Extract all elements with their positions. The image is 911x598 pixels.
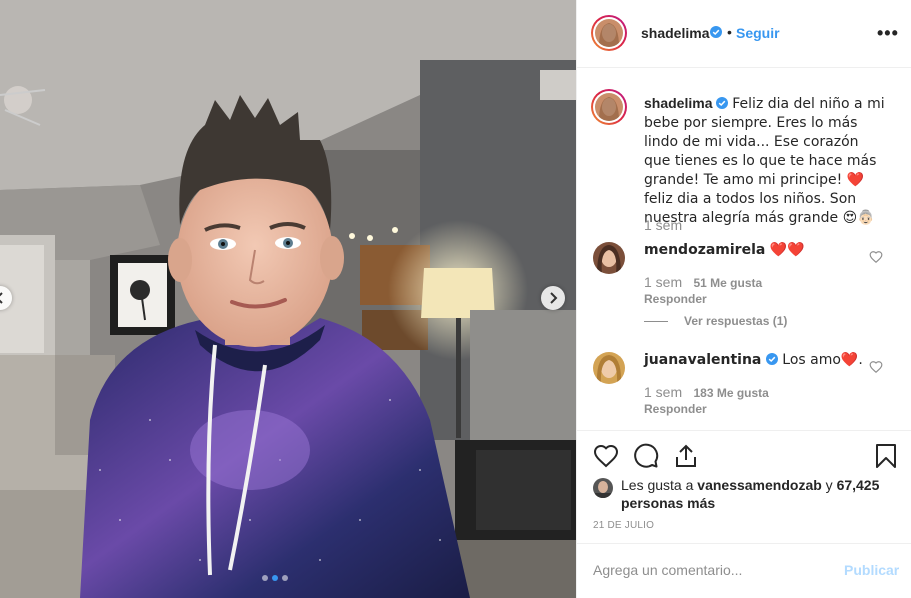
- post-actions-bar: [577, 430, 911, 470]
- avatar-image: [593, 352, 625, 384]
- carousel-dot-active: [272, 575, 278, 581]
- commenter-username[interactable]: mendozamirela: [644, 242, 765, 258]
- likes-joiner: y: [825, 477, 833, 493]
- comment-text: ❤️❤️: [769, 242, 805, 258]
- comments-scroll-area[interactable]: shadelima Feliz dia del niño a mi bebe p…: [577, 68, 911, 430]
- carousel-dot: [282, 575, 288, 581]
- avatar-image: [595, 93, 623, 121]
- comment-timestamp[interactable]: 1 sem: [644, 274, 682, 290]
- post-photo[interactable]: [0, 0, 576, 598]
- chevron-right-icon: [550, 292, 558, 304]
- carousel-dot: [262, 575, 268, 581]
- bookmark-icon[interactable]: [873, 443, 899, 469]
- comment-text-block: mendozamirela ❤️❤️: [644, 241, 805, 259]
- like-comment-heart-icon[interactable]: [869, 360, 883, 374]
- next-photo-button[interactable]: [541, 286, 565, 310]
- verified-badge-icon: [710, 26, 722, 38]
- reply-button[interactable]: Responder: [644, 292, 707, 306]
- liker-avatar[interactable]: [593, 478, 613, 498]
- comment-bubble-icon[interactable]: [633, 443, 659, 469]
- verified-badge-icon: [765, 353, 778, 365]
- more-options-button[interactable]: •••: [877, 23, 899, 44]
- share-icon[interactable]: [673, 443, 699, 469]
- author-avatar[interactable]: [591, 15, 627, 51]
- liker-username[interactable]: vanessamendozab: [697, 477, 822, 493]
- reply-button[interactable]: Responder: [644, 402, 707, 416]
- comment-text-block: juanavalentina Los amo❤️.: [644, 351, 863, 369]
- caption-timestamp[interactable]: 1 sem: [644, 217, 682, 233]
- comment-meta: 1 sem 51 Me gusta: [644, 274, 762, 290]
- caption-username[interactable]: shadelima: [644, 95, 712, 111]
- comment-like-count[interactable]: 51 Me gusta: [693, 276, 762, 290]
- photo-image: [0, 0, 576, 598]
- post-header: shadelima • Seguir •••: [577, 0, 911, 68]
- avatar-image: [593, 242, 625, 274]
- like-heart-icon[interactable]: [593, 443, 619, 469]
- commenter-avatar[interactable]: [593, 352, 625, 384]
- view-replies-label: Ver respuestas (1): [684, 314, 788, 328]
- likes-text: Les gusta a vanessamendozab y 67,425 per…: [621, 476, 901, 512]
- view-replies-button[interactable]: Ver respuestas (1): [644, 314, 787, 328]
- caption-avatar[interactable]: [591, 89, 627, 125]
- header-separator: •: [727, 24, 732, 40]
- chevron-left-icon: [0, 292, 3, 304]
- add-comment-bar: Agrega un comentario... Publicar: [577, 543, 911, 598]
- verified-badge-icon: [716, 97, 729, 109]
- comment-text: Los amo❤️.: [782, 352, 863, 368]
- like-comment-heart-icon[interactable]: [869, 250, 883, 264]
- caption-text-block: shadelima Feliz dia del niño a mi bebe p…: [644, 94, 888, 227]
- post-date[interactable]: 21 DE JULIO: [593, 520, 654, 531]
- divider: [644, 321, 668, 323]
- caption-text: Feliz dia del niño a mi bebe por siempre…: [644, 96, 885, 226]
- commenter-avatar[interactable]: [593, 242, 625, 274]
- comment-input[interactable]: Agrega un comentario...: [593, 562, 742, 578]
- author-username[interactable]: shadelima: [641, 25, 709, 41]
- avatar-image: [593, 478, 613, 498]
- publish-button[interactable]: Publicar: [844, 562, 899, 578]
- comment-timestamp[interactable]: 1 sem: [644, 384, 682, 400]
- follow-button[interactable]: Seguir: [736, 25, 780, 41]
- likes-prefix: Les gusta a: [621, 477, 694, 493]
- comment-meta: 1 sem 183 Me gusta: [644, 384, 769, 400]
- comment-like-count[interactable]: 183 Me gusta: [693, 386, 768, 400]
- commenter-username[interactable]: juanavalentina: [644, 352, 761, 368]
- avatar-image: [595, 19, 623, 47]
- post-side-panel: shadelima • Seguir ••• shadelima Feliz d…: [576, 0, 911, 598]
- carousel-indicator: [262, 575, 288, 581]
